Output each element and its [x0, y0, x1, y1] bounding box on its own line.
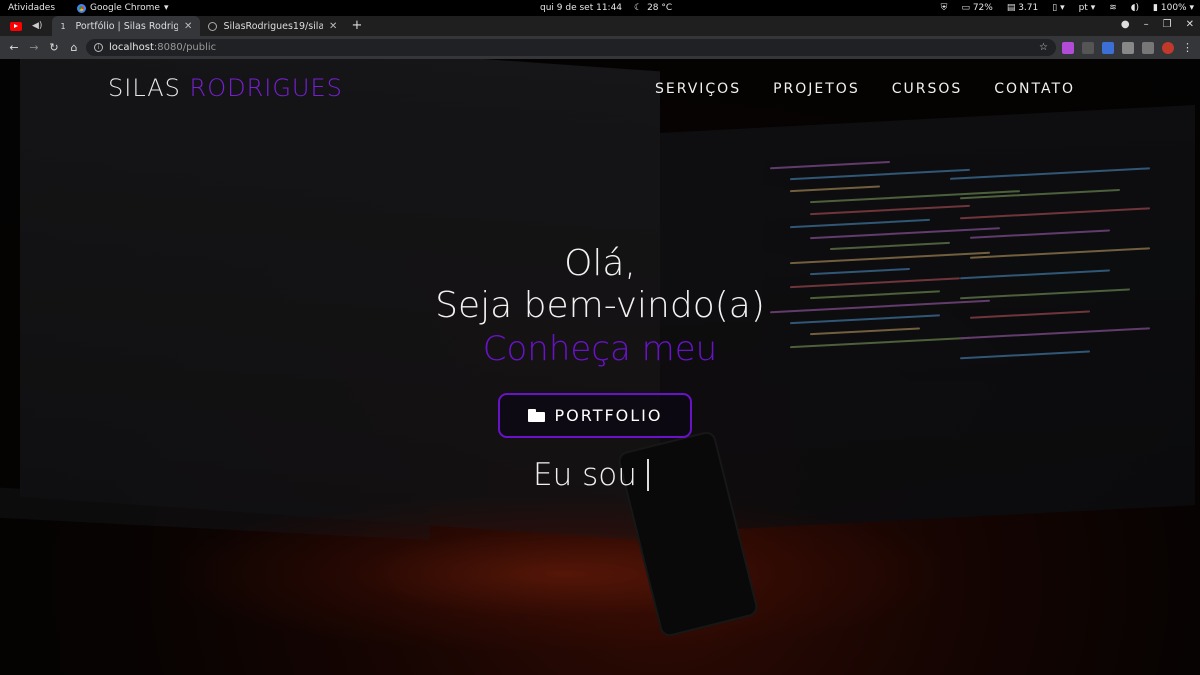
- site-navbar: SILAS RODRIGUES SERVIÇOS PROJETOS CURSOS…: [0, 59, 1200, 119]
- mute-tab-icon[interactable]: [1082, 41, 1094, 54]
- wifi-icon[interactable]: ≋: [1109, 3, 1117, 13]
- portfolio-button-label: PORTFOLIO: [554, 406, 663, 425]
- url-input[interactable]: i localhost:8080/public ☆: [86, 39, 1056, 56]
- battery-indicator-2[interactable]: ▮ 100% ▾: [1153, 3, 1194, 13]
- logo-first-name: SILAS: [108, 74, 181, 102]
- menu-item-servicos[interactable]: SERVIÇOS: [655, 81, 741, 97]
- notes-indicator[interactable]: ▤ 3.71: [1007, 3, 1038, 13]
- language-value: pt: [1078, 3, 1088, 13]
- restore-icon[interactable]: ❐: [1163, 19, 1172, 30]
- hero-greeting: Olá,: [564, 243, 636, 284]
- address-bar: ← → ↻ ⌂ i localhost:8080/public ☆ ⋮: [0, 36, 1200, 59]
- star-icon[interactable]: ☆: [1039, 42, 1048, 53]
- info-icon[interactable]: i: [94, 43, 103, 52]
- menu-item-projetos[interactable]: PROJETOS: [773, 81, 860, 97]
- reload-icon[interactable]: ↻: [44, 41, 64, 54]
- os-top-bar: Atividades Google Chrome ▾ qui 9 de set …: [0, 0, 1200, 16]
- tab-title: SilasRodrigues19/silasde: [223, 20, 324, 32]
- tab-title: Portfólio | Silas Rodrigues: [75, 20, 179, 32]
- url-host: localhost: [109, 42, 154, 53]
- page-favicon-icon: 1: [60, 21, 66, 31]
- logo-last-name: RODRIGUES: [189, 74, 343, 102]
- site-logo[interactable]: SILAS RODRIGUES: [108, 74, 343, 102]
- typewriter-text: Eu sou: [533, 457, 649, 493]
- language-indicator[interactable]: pt ▾: [1079, 3, 1096, 13]
- tab-github[interactable]: SilasRodrigues19/silasde ✕: [200, 16, 345, 36]
- kebab-menu-icon[interactable]: ⋮: [1182, 41, 1193, 54]
- speaker-icon[interactable]: ◀): [32, 21, 42, 31]
- close-icon[interactable]: ✕: [184, 21, 192, 32]
- arrow-right-icon[interactable]: →: [24, 41, 44, 54]
- minimize-icon[interactable]: –: [1144, 19, 1149, 30]
- shield-icon[interactable]: ⛨: [941, 3, 948, 13]
- weather-temp: 28 °C: [647, 3, 673, 13]
- tab-portfolio[interactable]: 1 Portfólio | Silas Rodrigues ✕: [52, 16, 201, 36]
- site-menu: SERVIÇOS PROJETOS CURSOS CONTATO: [655, 81, 1075, 97]
- battery-indicator-1[interactable]: ▭ 72%: [961, 3, 992, 13]
- extension-pen-icon[interactable]: [1062, 41, 1074, 54]
- hero-know-my: Conheça meu: [482, 329, 718, 369]
- tab-strip: ◀) 1 Portfólio | Silas Rodrigues ✕ Silas…: [0, 16, 1200, 36]
- battery-2-value: 100%: [1160, 3, 1187, 13]
- weather-indicator[interactable]: ☾ 28 °C: [634, 3, 672, 13]
- hero-welcome: Seja bem-vindo(a): [435, 285, 765, 326]
- date-time: qui 9 de set 11:44: [540, 3, 623, 13]
- portfolio-page: SILAS RODRIGUES SERVIÇOS PROJETOS CURSOS…: [0, 59, 1200, 675]
- moon-icon: ☾: [634, 3, 643, 13]
- typing-caret: [646, 459, 649, 491]
- clock[interactable]: qui 9 de set 11:44: [540, 3, 622, 13]
- youtube-icon[interactable]: [10, 22, 22, 31]
- home-icon[interactable]: ⌂: [64, 41, 84, 54]
- notes-value: 3.71: [1018, 3, 1039, 13]
- avatar[interactable]: [1162, 41, 1174, 54]
- display-indicator[interactable]: ▯ ▾: [1052, 3, 1064, 13]
- translate-icon[interactable]: [1102, 41, 1114, 54]
- volume-icon[interactable]: ◖): [1131, 3, 1139, 13]
- menu-item-contato[interactable]: CONTATO: [994, 81, 1075, 97]
- extensions-puzzle-icon[interactable]: [1122, 41, 1134, 54]
- eu-sou-label: Eu sou: [533, 457, 637, 493]
- tab-search-icon[interactable]: ●: [1121, 19, 1130, 30]
- chevron-down-icon: ▾: [163, 3, 169, 13]
- menu-item-cursos[interactable]: CURSOS: [892, 81, 963, 97]
- arrow-left-icon[interactable]: ←: [4, 41, 24, 54]
- new-tab-button[interactable]: +: [351, 18, 362, 33]
- activities-button[interactable]: Atividades: [8, 3, 55, 13]
- app-menu[interactable]: Google Chrome ▾: [77, 3, 168, 13]
- url-path: :8080/public: [153, 42, 217, 53]
- reading-list-icon[interactable]: [1142, 41, 1154, 54]
- portfolio-button[interactable]: PORTFOLIO: [498, 393, 692, 438]
- chrome-icon: [77, 3, 87, 13]
- folder-open-icon: [527, 409, 545, 422]
- app-name: Google Chrome: [90, 3, 160, 13]
- github-icon: [208, 21, 218, 31]
- close-window-icon[interactable]: ✕: [1186, 19, 1194, 30]
- battery-1-value: 72%: [972, 3, 993, 13]
- close-icon[interactable]: ✕: [329, 21, 337, 32]
